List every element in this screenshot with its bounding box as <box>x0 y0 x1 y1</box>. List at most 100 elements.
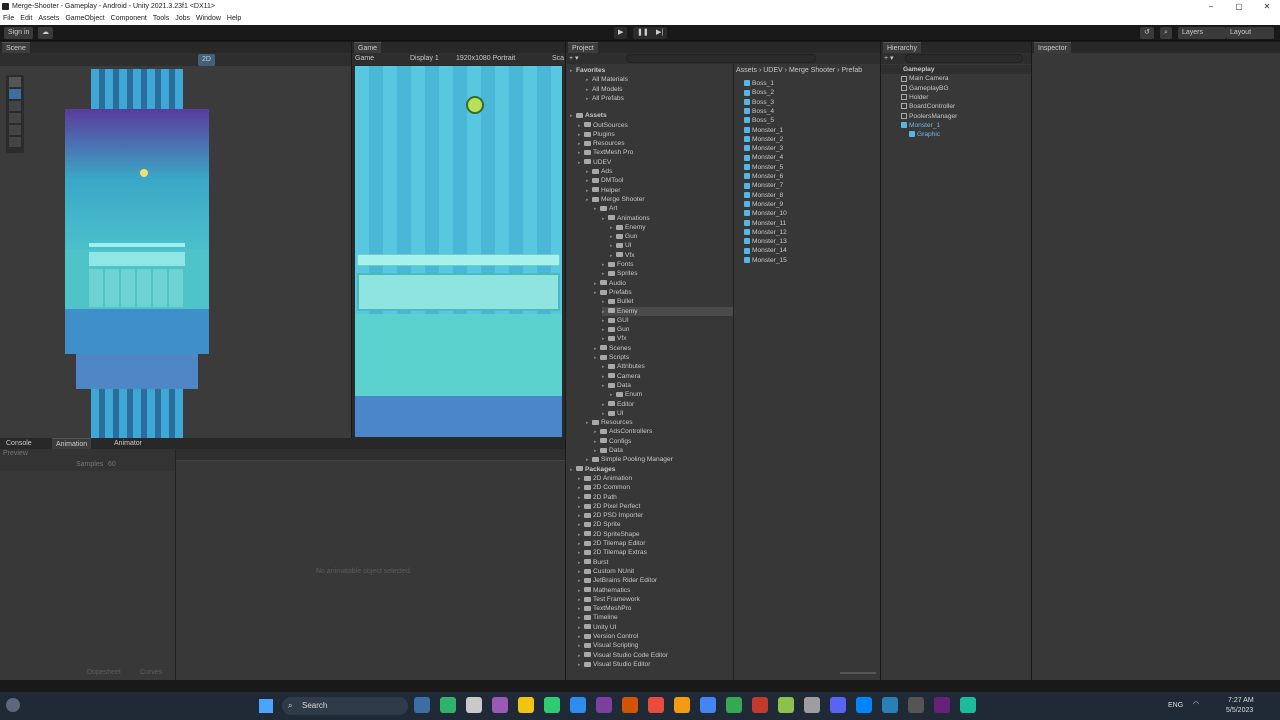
curves-button[interactable]: Curves <box>140 669 162 676</box>
tree-package[interactable]: ▸ 2D PSD Importer <box>578 511 734 520</box>
taskbar-search[interactable]: ⌕ Search <box>282 697 408 715</box>
start-button[interactable] <box>259 699 273 713</box>
hierarchy-item[interactable]: Monster_1 <box>901 121 940 130</box>
tab-hierarchy[interactable]: Hierarchy <box>883 42 921 53</box>
menu-item-assets[interactable]: Assets <box>35 13 62 25</box>
taskbar-app-icon[interactable] <box>596 697 612 713</box>
tree-folder[interactable]: ▸ Gun <box>602 325 734 334</box>
tree-folder[interactable]: ▸ Configs <box>594 437 734 446</box>
tab-animator[interactable]: Animator <box>110 438 147 449</box>
prefab-file[interactable]: Monster_6 <box>744 172 783 181</box>
hierarchy-item[interactable]: Graphic <box>909 130 940 139</box>
menu-item-tools[interactable]: Tools <box>150 13 172 25</box>
pause-button[interactable]: ❚❚ <box>633 27 653 39</box>
2d-toggle[interactable]: 2D <box>198 54 215 66</box>
menu-item-jobs[interactable]: Jobs <box>172 13 193 25</box>
breadcrumb-item[interactable]: UDEV <box>763 67 782 74</box>
tree-package[interactable]: ▸ 2D Pixel Perfect <box>578 502 734 511</box>
prefab-file[interactable]: Monster_5 <box>744 163 783 172</box>
project-search-input[interactable] <box>626 54 816 63</box>
breadcrumb-item[interactable]: Prefab <box>841 67 862 74</box>
tree-package[interactable]: ▸ 2D SpriteShape <box>578 530 734 539</box>
tree-folder[interactable]: ▸ Enemy <box>610 223 734 232</box>
maximize-button[interactable]: ▢ <box>1228 0 1250 13</box>
tree-packages[interactable]: ▸ Packages <box>570 465 734 474</box>
taskbar-app-icon[interactable] <box>934 697 950 713</box>
tree-package[interactable]: ▸ Visual Studio Code Editor <box>578 651 734 660</box>
prefab-file[interactable]: Monster_4 <box>744 153 783 162</box>
tree-folder[interactable]: ▸ AdsControllers <box>594 427 734 436</box>
tree-package[interactable]: ▸ 2D Animation <box>578 474 734 483</box>
tab-game[interactable]: Game <box>354 42 382 53</box>
tree-folder[interactable]: ▸ GUI <box>602 316 734 325</box>
clock-date[interactable]: 5/5/2023 <box>1226 707 1253 714</box>
history-icon[interactable]: ↺ <box>1140 27 1154 39</box>
tab-console[interactable]: Console <box>2 438 36 449</box>
tree-folder[interactable]: ▸ Attributes <box>602 362 734 371</box>
preview-button[interactable]: Preview <box>3 450 28 457</box>
display-dropdown[interactable]: Display 1 <box>410 53 439 65</box>
tab-project[interactable]: Project <box>568 42 598 53</box>
hierarchy-item[interactable]: PoolersManager <box>901 112 957 121</box>
tree-folder[interactable]: ▸ Vfx <box>610 251 734 260</box>
tree-folder[interactable]: ▸ Simple Pooling Manager <box>586 455 734 464</box>
hierarchy-scene-row[interactable]: Gameplay <box>881 65 1031 74</box>
scale-tool-icon[interactable] <box>9 113 21 123</box>
tree-folder[interactable]: ▸ Sprites <box>602 269 734 278</box>
prefab-file[interactable]: Monster_14 <box>744 246 787 255</box>
menu-item-gameobject[interactable]: GameObject <box>62 13 107 25</box>
language-indicator[interactable]: ENG <box>1168 702 1183 709</box>
tree-package[interactable]: ▸ Version Control <box>578 632 734 641</box>
tree-package[interactable]: ▸ 2D Common <box>578 483 734 492</box>
tree-folder[interactable]: ▸ Resources <box>586 418 734 427</box>
close-button[interactable]: ✕ <box>1256 0 1278 13</box>
wifi-icon[interactable]: ◠ <box>1193 700 1199 708</box>
tree-folder[interactable]: ▸ UI <box>610 241 734 250</box>
taskbar-app-icon[interactable] <box>440 697 456 713</box>
taskbar-app-icon[interactable] <box>700 697 716 713</box>
scene-viewport-art[interactable] <box>65 69 209 438</box>
taskbar-app-icon[interactable] <box>414 697 430 713</box>
timeline-ruler[interactable] <box>176 449 565 461</box>
rect-tool-icon[interactable] <box>9 125 21 135</box>
prefab-file[interactable]: Monster_13 <box>744 237 787 246</box>
tree-package[interactable]: ▸ Test Framework <box>578 595 734 604</box>
tree-folder[interactable]: ▸ Resources <box>578 139 734 148</box>
hierarchy-item[interactable]: Holder <box>901 93 928 102</box>
taskbar-app-icon[interactable] <box>466 697 482 713</box>
prefab-file[interactable]: Boss_4 <box>744 107 774 116</box>
prefab-file[interactable]: Monster_15 <box>744 256 787 265</box>
taskbar-app-icon[interactable] <box>492 697 508 713</box>
tree-package[interactable]: ▸ 2D Sprite <box>578 520 734 529</box>
prefab-file[interactable]: Monster_12 <box>744 228 787 237</box>
tree-folder[interactable]: ▸ TextMesh Pro <box>578 148 734 157</box>
tree-assets[interactable]: ▸ Assets <box>570 111 734 120</box>
tree-favorite-item[interactable]: ▸ All Models <box>586 85 734 94</box>
rotate-tool-icon[interactable] <box>9 101 21 111</box>
taskbar-app-icon[interactable] <box>726 697 742 713</box>
prefab-file[interactable]: Monster_1 <box>744 126 783 135</box>
tree-folder[interactable]: ▸ Vfx <box>602 334 734 343</box>
layout-dropdown[interactable]: Layout <box>1226 27 1274 39</box>
tree-folder[interactable]: ▸ Gun <box>610 232 734 241</box>
hand-tool-icon[interactable] <box>9 77 21 87</box>
icon-size-slider[interactable] <box>840 672 876 674</box>
menu-item-file[interactable]: File <box>0 13 17 25</box>
samples-field[interactable]: 60 <box>108 461 116 468</box>
create-button[interactable]: + ▾ <box>884 54 894 62</box>
taskbar-app-icon[interactable] <box>908 697 924 713</box>
prefab-file[interactable]: Monster_8 <box>744 191 783 200</box>
tree-folder[interactable]: ▸ Bullet <box>602 297 734 306</box>
resolution-dropdown[interactable]: 1920x1080 Portrait <box>456 53 515 65</box>
tree-folder[interactable]: ▸ Data <box>602 381 734 390</box>
tree-folder[interactable]: ▸ Prefabs <box>594 288 734 297</box>
hierarchy-item[interactable]: BoardController <box>901 102 955 111</box>
tree-folder[interactable]: ▸ Helper <box>586 186 734 195</box>
tree-folder[interactable]: ▸ Enemy <box>602 306 734 316</box>
tree-folder[interactable]: ▸ Plugins <box>578 130 734 139</box>
tree-folder[interactable]: ▸ UDEV <box>578 158 734 167</box>
tree-package[interactable]: ▸ 2D Tilemap Extras <box>578 548 734 557</box>
taskbar-app-icon[interactable] <box>752 697 768 713</box>
layers-dropdown[interactable]: Layers <box>1178 27 1226 39</box>
taskbar-app-icon[interactable] <box>544 697 560 713</box>
